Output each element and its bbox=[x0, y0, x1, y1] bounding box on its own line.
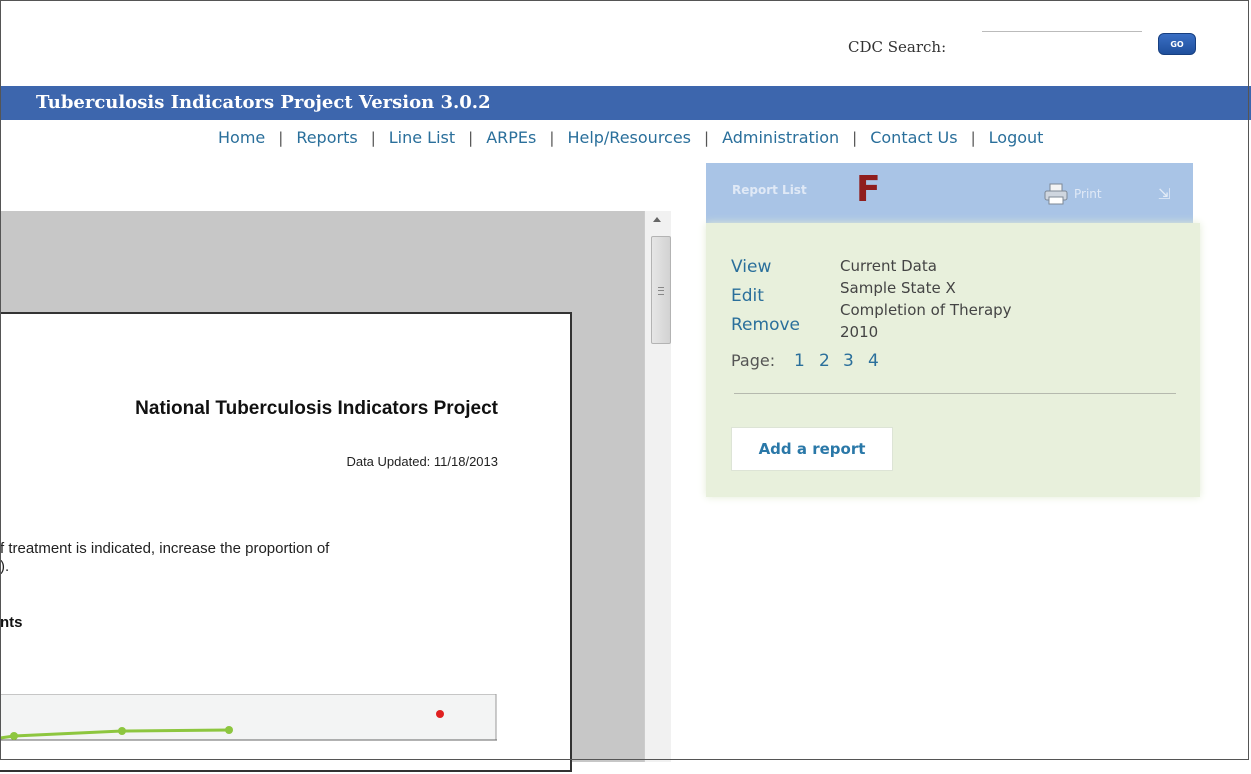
nav-separator: | bbox=[468, 128, 474, 147]
site-banner: Tuberculosis Indicators Project Version … bbox=[0, 86, 1251, 120]
report-year: 2010 bbox=[840, 323, 879, 341]
nav-separator: | bbox=[549, 128, 555, 147]
search-go-button[interactable]: GO bbox=[1158, 33, 1196, 55]
page-link-3[interactable]: 3 bbox=[843, 351, 854, 371]
report-chart bbox=[0, 694, 497, 741]
nav-logout[interactable]: Logout bbox=[989, 128, 1044, 147]
nav-separator: | bbox=[852, 128, 858, 147]
report-data-type: Current Data bbox=[840, 257, 937, 275]
report-panel-body: View Edit Remove Current Data Sample Sta… bbox=[706, 223, 1200, 497]
view-link[interactable]: View bbox=[731, 257, 771, 277]
add-report-button[interactable]: Add a report bbox=[731, 427, 893, 471]
chart-point bbox=[10, 732, 18, 740]
scroll-up-arrow-icon[interactable] bbox=[653, 217, 661, 222]
page-link-2[interactable]: 2 bbox=[819, 351, 830, 371]
page-link-4[interactable]: 4 bbox=[868, 351, 879, 371]
report-section-heading: nts bbox=[0, 614, 23, 631]
report-state: Sample State X bbox=[840, 279, 956, 297]
collapse-icon[interactable]: ⇲ bbox=[1158, 185, 1171, 203]
callout-letter: F bbox=[856, 169, 881, 210]
nav-separator: | bbox=[970, 128, 976, 147]
search-label: CDC Search: bbox=[848, 38, 947, 56]
nav-home[interactable]: Home bbox=[218, 128, 265, 147]
nav-contact-us[interactable]: Contact Us bbox=[870, 128, 957, 147]
nav-line-list[interactable]: Line List bbox=[389, 128, 455, 147]
printer-icon[interactable] bbox=[1044, 183, 1068, 205]
chart-point bbox=[225, 726, 233, 734]
viewer-scrollbar[interactable] bbox=[644, 211, 671, 762]
report-panel-title: Report List bbox=[732, 183, 807, 197]
nav-reports[interactable]: Reports bbox=[296, 128, 357, 147]
chart-point bbox=[118, 727, 126, 735]
panel-divider bbox=[734, 393, 1176, 394]
search-input[interactable] bbox=[982, 31, 1142, 59]
nav-help-resources[interactable]: Help/Resources bbox=[567, 128, 691, 147]
report-updated-date: Data Updated: 11/18/2013 bbox=[346, 454, 498, 469]
print-label[interactable]: Print bbox=[1074, 187, 1102, 201]
nav-arpes[interactable]: ARPEs bbox=[486, 128, 536, 147]
main-nav: Home | Reports | Line List | ARPEs | Hel… bbox=[218, 128, 1238, 147]
report-indicator: Completion of Therapy bbox=[840, 301, 1012, 319]
banner-title: Tuberculosis Indicators Project Version … bbox=[36, 92, 491, 113]
nav-administration[interactable]: Administration bbox=[722, 128, 839, 147]
nav-separator: | bbox=[370, 128, 376, 147]
report-body-text: f treatment is indicated, increase the p… bbox=[0, 540, 330, 557]
report-page: National Tuberculosis Indicators Project… bbox=[0, 312, 572, 772]
edit-link[interactable]: Edit bbox=[731, 286, 764, 306]
report-panel-header: Report List F Print ⇲ bbox=[706, 163, 1193, 223]
chart-target-point bbox=[436, 710, 444, 718]
report-body-text-cont: ). bbox=[0, 558, 10, 575]
document-viewer: National Tuberculosis Indicators Project… bbox=[0, 211, 644, 772]
grip-icon bbox=[658, 287, 664, 295]
scroll-thumb[interactable] bbox=[651, 236, 671, 344]
nav-separator: | bbox=[278, 128, 284, 147]
nav-separator: | bbox=[704, 128, 710, 147]
remove-link[interactable]: Remove bbox=[731, 315, 800, 335]
report-title: National Tuberculosis Indicators Project bbox=[135, 398, 498, 419]
page-link-1[interactable]: 1 bbox=[794, 351, 805, 371]
page-label: Page: bbox=[731, 351, 776, 370]
